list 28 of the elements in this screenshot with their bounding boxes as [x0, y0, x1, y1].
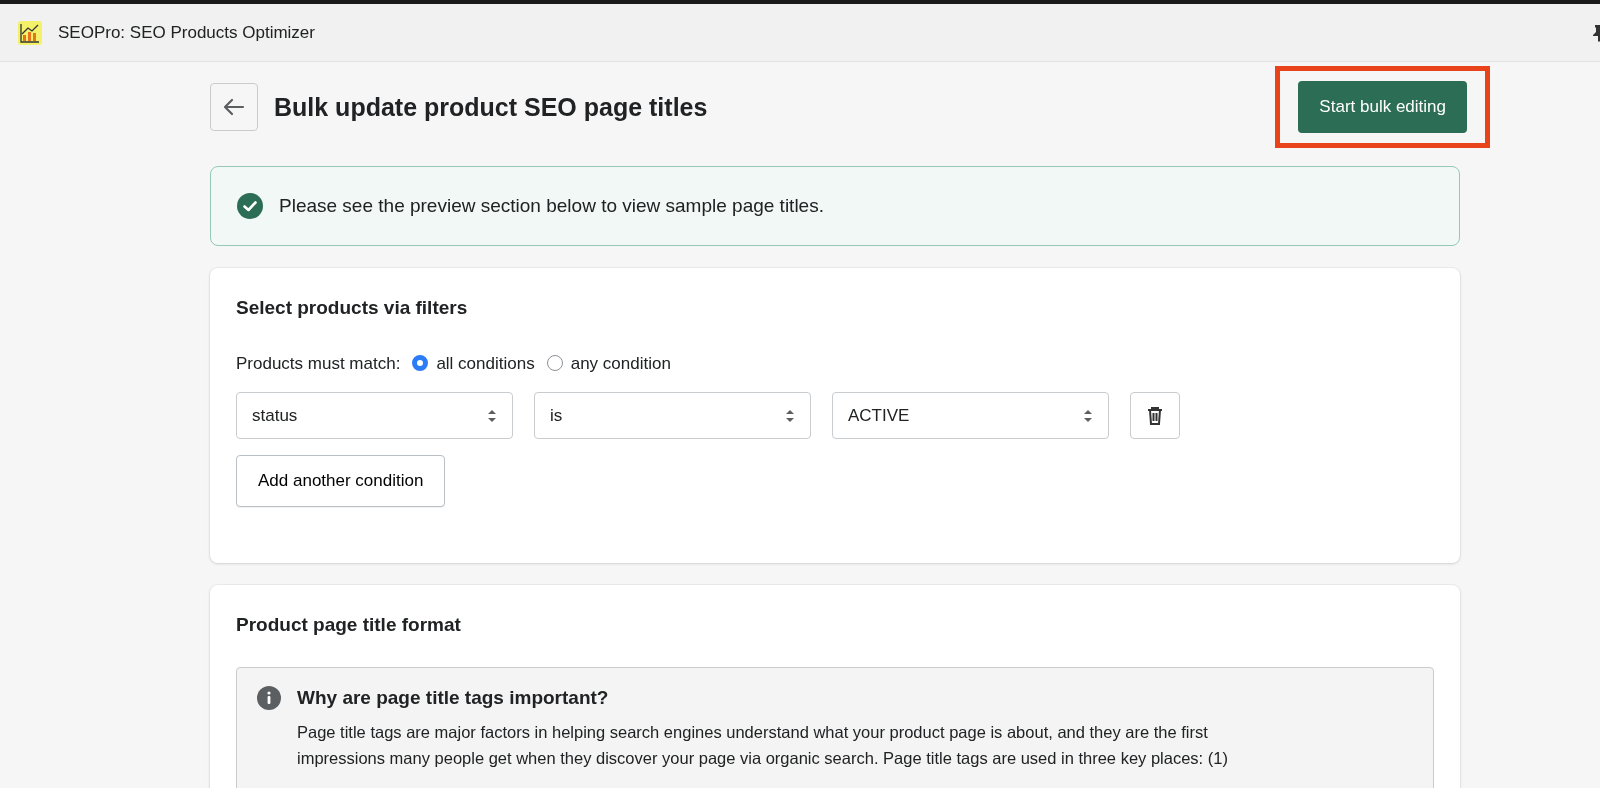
page-title: Bulk update product SEO page titles — [274, 91, 708, 122]
app-logo-icon — [18, 20, 42, 45]
banner-message: Please see the preview section below to view sample page titles. — [279, 193, 824, 218]
card-title: Select products via filters — [236, 296, 469, 320]
radio-button[interactable] — [412, 355, 429, 372]
select-arrows-icon — [487, 408, 497, 423]
check-circle-icon — [237, 192, 263, 219]
app-title: SEOPro: SEO Products Optimizer — [58, 21, 315, 44]
delete-button[interactable] — [1130, 392, 1180, 439]
select-field[interactable]: is — [534, 392, 811, 439]
select-field[interactable]: status — [236, 392, 513, 439]
card-title: Product page title format — [236, 612, 462, 637]
radio-button[interactable] — [546, 355, 563, 372]
match-label: Products must match: — [236, 352, 401, 375]
select-arrows-icon — [785, 408, 795, 423]
info-icon — [257, 686, 281, 710]
info-heading: Why are page title tags important? — [297, 686, 610, 710]
add-condition-button[interactable]: Add another condition — [236, 455, 446, 507]
select-arrows-icon — [1083, 408, 1093, 423]
back-button[interactable] — [210, 82, 258, 131]
radio-label[interactable]: all conditions — [436, 350, 535, 376]
back-arrow-icon — [223, 97, 245, 116]
start-bulk-editing-button[interactable]: Start bulk editing — [1298, 81, 1467, 133]
info-text-line: impressions many people get when they discover your page via organic search. Page title tags are used in three key places: (1) — [297, 747, 1228, 769]
trash-icon — [1147, 406, 1163, 425]
select-field[interactable]: ACTIVE — [832, 392, 1109, 439]
info-text-line: Page title tags are major factors in helping search engines understand what your product page is about, and they are the first — [297, 721, 1209, 743]
radio-label[interactable]: any condition — [570, 350, 671, 376]
